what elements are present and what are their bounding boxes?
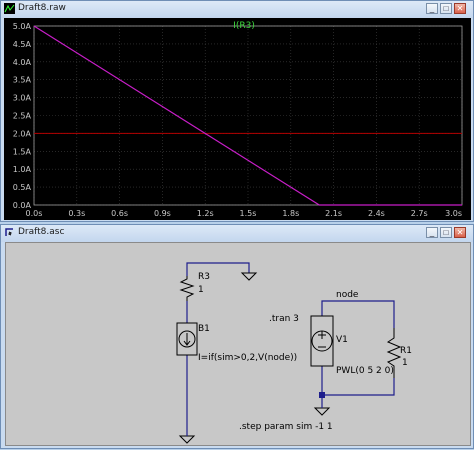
schematic-icon <box>5 228 13 236</box>
x-tick-label: 3.0s <box>445 209 462 218</box>
r3-value[interactable]: 1 <box>198 285 204 295</box>
close-button[interactable]: ✕ <box>454 227 466 238</box>
x-tick-label: 1.8s <box>282 209 299 218</box>
step-directive[interactable]: .step param sim -1 1 <box>239 422 333 432</box>
y-tick-label: 1.5A <box>13 147 32 156</box>
schematic-titlebar[interactable]: Draft8.asc _ □ ✕ <box>1 225 473 242</box>
y-tick-label: 0.5A <box>13 183 32 192</box>
schematic-window-title: Draft8.asc <box>18 227 65 237</box>
x-tick-label: 0.6s <box>111 209 128 218</box>
schematic-canvas[interactable]: R3 1 B1 I=if(sim>0,2,V(node)) V1 PWL(0 5… <box>5 242 471 446</box>
ground-icon[interactable] <box>240 272 258 281</box>
x-tick-label: 0.0s <box>26 209 43 218</box>
trace-label[interactable]: I(R3) <box>233 21 255 31</box>
x-tick-label: 2.4s <box>368 209 385 218</box>
v1-name[interactable]: V1 <box>336 335 348 345</box>
x-tick-label: 0.3s <box>68 209 85 218</box>
y-tick-label: 2.0A <box>13 129 32 138</box>
tran-directive[interactable]: .tran 3 <box>269 314 299 324</box>
net-label-node[interactable]: node <box>336 290 359 300</box>
y-tick-label: 3.5A <box>13 76 32 85</box>
b1-expression[interactable]: I=if(sim>0,2,V(node)) <box>198 353 297 363</box>
close-button[interactable]: ✕ <box>454 3 466 14</box>
schematic-window[interactable]: Draft8.asc _ □ ✕ R3 1 B1 I=if(sim>0,2,V(… <box>0 224 474 449</box>
ground-icon[interactable] <box>178 435 196 444</box>
y-tick-label: 4.0A <box>13 58 32 67</box>
schematic-drawing[interactable]: R3 1 B1 I=if(sim>0,2,V(node)) V1 PWL(0 5… <box>6 243 470 445</box>
ground-icon[interactable] <box>313 407 331 416</box>
waveform-titlebar[interactable]: Draft8.raw _ □ ✕ <box>1 1 473 18</box>
y-tick-label: 2.5A <box>13 112 32 121</box>
maximize-button[interactable]: □ <box>440 227 452 238</box>
waveform-icon <box>4 3 15 14</box>
r1-value[interactable]: 1 <box>402 358 408 368</box>
v1-value[interactable]: PWL(0 5 2 0) <box>336 366 394 376</box>
waveform-chart[interactable]: 0.0s 0.3s 0.6s 0.9s 1.2s 1.5s 1.8s 2.1s 2.4s 2.7s… <box>4 18 471 220</box>
x-tick-label: 0.9s <box>154 209 171 218</box>
waveform-window[interactable]: Draft8.raw _ □ ✕ 0.0s 0.3s 0.6s 0.9s 1.2s 1.5… <box>0 0 474 222</box>
y-tick-label: 0.0A <box>13 201 32 210</box>
minimize-button[interactable]: _ <box>426 3 438 14</box>
y-tick-label: 5.0A <box>13 22 32 31</box>
y-tick-label: 4.5A <box>13 40 32 49</box>
minimize-button[interactable]: _ <box>426 227 438 238</box>
waveform-window-title: Draft8.raw <box>18 3 66 13</box>
r3-name[interactable]: R3 <box>198 272 210 282</box>
r1-name[interactable]: R1 <box>400 346 412 356</box>
x-tick-label: 1.5s <box>240 209 257 218</box>
x-tick-label: 1.2s <box>197 209 214 218</box>
resistor-r3[interactable] <box>179 276 195 301</box>
wire-top[interactable] <box>186 262 250 276</box>
x-tick-label: 2.7s <box>411 209 428 218</box>
y-tick-label: 1.0A <box>13 165 32 174</box>
y-tick-label: 3.0A <box>13 94 32 103</box>
junction-dot <box>319 392 325 398</box>
x-tick-label: 2.1s <box>325 209 342 218</box>
voltage-source-v1[interactable] <box>310 315 334 367</box>
maximize-button[interactable]: □ <box>440 3 452 14</box>
current-source-b1[interactable] <box>176 322 198 356</box>
b1-name[interactable]: B1 <box>198 324 210 334</box>
waveform-plot-area[interactable]: 0.0s 0.3s 0.6s 0.9s 1.2s 1.5s 1.8s 2.1s 2.4s 2.7s… <box>4 18 471 220</box>
